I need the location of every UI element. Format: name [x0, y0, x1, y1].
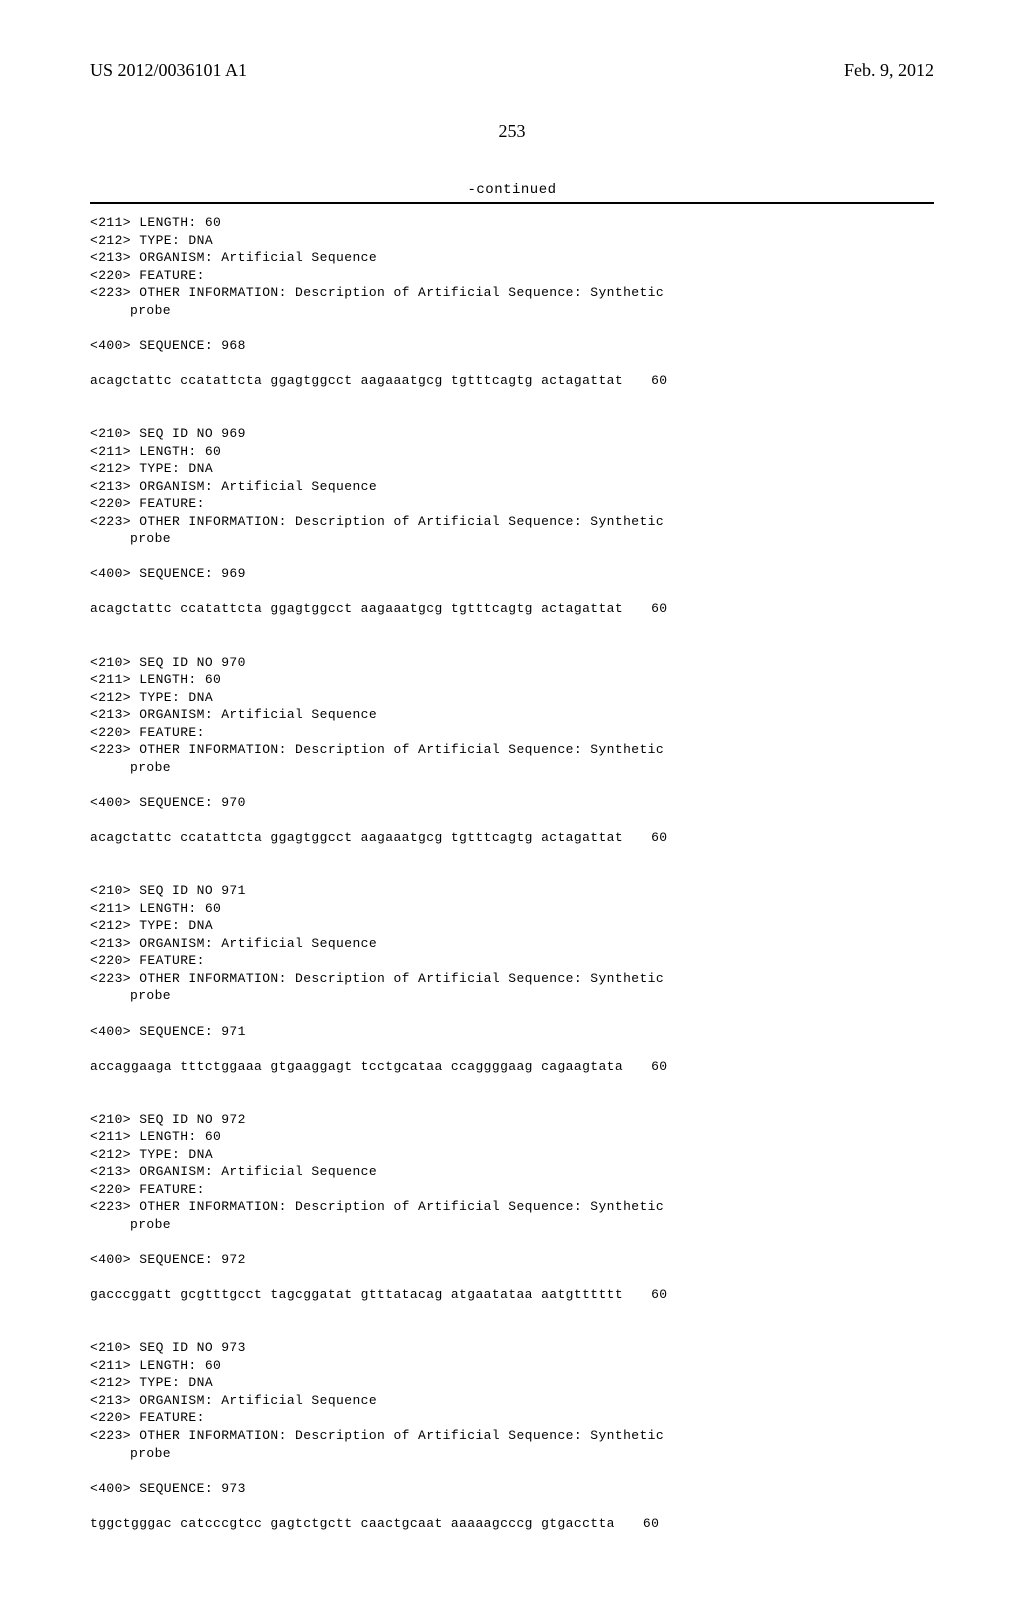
page-header: US 2012/0036101 A1 Feb. 9, 2012 [90, 60, 934, 81]
sequence-entry: <210> SEQ ID NO 969<211> LENGTH: 60<212>… [90, 425, 934, 636]
page-container: US 2012/0036101 A1 Feb. 9, 2012 253 -con… [0, 0, 1024, 1608]
sequence-entry: <210> SEQ ID NO 973<211> LENGTH: 60<212>… [90, 1339, 934, 1550]
sequence-data: acagctattc ccatattcta ggagtggcct aagaaat… [90, 372, 623, 390]
sequence-entry: <210> SEQ ID NO 971<211> LENGTH: 60<212>… [90, 882, 934, 1093]
sequence-data: tggctgggac catcccgtcc gagtctgctt caactgc… [90, 1515, 615, 1533]
sequence-data: acagctattc ccatattcta ggagtggcct aagaaat… [90, 600, 623, 618]
continued-label: -continued [90, 182, 934, 198]
sequence-entry: <210> SEQ ID NO 970<211> LENGTH: 60<212>… [90, 654, 934, 865]
sequence-listing: <211> LENGTH: 60<212> TYPE: DNA<213> ORG… [90, 214, 934, 1550]
publication-number: US 2012/0036101 A1 [90, 60, 247, 81]
sequence-entry: <210> SEQ ID NO 972<211> LENGTH: 60<212>… [90, 1111, 934, 1322]
divider [90, 202, 934, 204]
sequence-position: 60 [651, 829, 667, 847]
sequence-position: 60 [651, 1058, 667, 1076]
sequence-entry: <211> LENGTH: 60<212> TYPE: DNA<213> ORG… [90, 214, 934, 407]
sequence-data: acagctattc ccatattcta ggagtggcct aagaaat… [90, 829, 623, 847]
sequence-data: accaggaaga tttctggaaa gtgaaggagt tcctgca… [90, 1058, 623, 1076]
page-number: 253 [90, 121, 934, 142]
sequence-data: gacccggatt gcgtttgcct tagcggatat gtttata… [90, 1286, 623, 1304]
sequence-position: 60 [651, 600, 667, 618]
sequence-position: 60 [643, 1515, 659, 1533]
sequence-position: 60 [651, 1286, 667, 1304]
publication-date: Feb. 9, 2012 [844, 60, 934, 81]
sequence-position: 60 [651, 372, 667, 390]
